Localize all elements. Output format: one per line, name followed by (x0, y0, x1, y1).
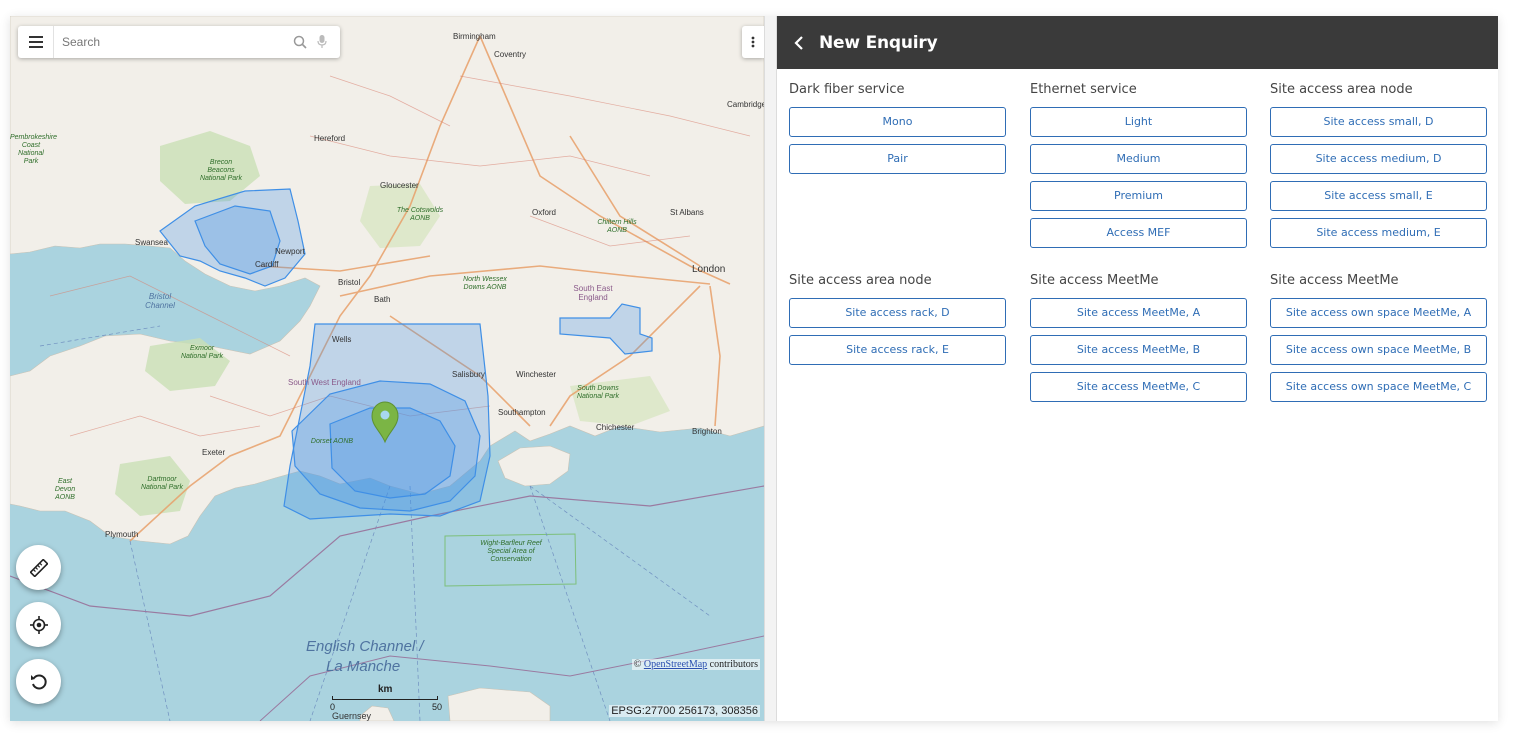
site-access-small-e-button[interactable]: Site access small, E (1270, 181, 1487, 211)
label-swansea: Swansea (135, 238, 168, 247)
map-view[interactable]: Birmingham Coventry Hereford Gloucester … (10, 16, 764, 721)
label-cardiff: Cardiff (255, 260, 279, 269)
enquiry-panel: New Enquiry Dark fiber service Mono Pair… (777, 16, 1498, 721)
mono-button[interactable]: Mono (789, 107, 1006, 137)
group-site-access-area-node-rack: Site access area node Site access rack, … (789, 273, 1006, 372)
coordinate-readout: EPSG:27700 256173, 308356 (609, 705, 760, 717)
label-exeter: Exeter (202, 448, 226, 457)
site-access-own-space-meetme-b-button[interactable]: Site access own space MeetMe, B (1270, 335, 1487, 365)
measure-button[interactable] (16, 545, 61, 590)
scale-min: 0 (330, 702, 336, 712)
label-cambridge: Cambridge (727, 100, 764, 109)
label-exmoor: Exmoor National Park (180, 345, 224, 360)
label-wight-barfleur: Wight-Barfleur Reef Special Area of Cons… (480, 540, 542, 563)
isle-of-wight (497, 445, 571, 487)
search-input[interactable] (54, 27, 290, 57)
label-cotswolds: The Cotswolds AONB (396, 207, 444, 222)
group-heading: Site access area node (789, 273, 932, 288)
group-site-access-meetme: Site access MeetMe Site access MeetMe, A… (1030, 273, 1247, 409)
attribution-copyright: © (633, 659, 642, 670)
label-chiltern: Chiltern Hills AONB (597, 219, 637, 234)
label-coventry: Coventry (494, 50, 527, 59)
scale-line (332, 696, 438, 700)
medium-button[interactable]: Medium (1030, 144, 1247, 174)
label-salisbury: Salisbury (452, 370, 485, 379)
site-access-own-space-meetme-a-button[interactable]: Site access own space MeetMe, A (1270, 298, 1487, 328)
pane-divider[interactable] (764, 16, 777, 721)
locate-icon (29, 615, 48, 634)
map-attribution: © OpenStreetMap contributors (631, 659, 760, 670)
label-south-downs: South Downs National Park (576, 385, 620, 400)
microphone-icon[interactable] (312, 32, 332, 52)
site-access-meetme-c-button[interactable]: Site access MeetMe, C (1030, 372, 1247, 402)
label-dartmoor: Dartmoor National Park (140, 476, 184, 491)
panel-header: New Enquiry (777, 16, 1498, 69)
group-site-access-own-space-meetme: Site access MeetMe Site access own space… (1270, 273, 1487, 409)
site-access-rack-d-button[interactable]: Site access rack, D (789, 298, 1006, 328)
page-title: New Enquiry (819, 32, 938, 53)
site-access-medium-e-button[interactable]: Site access medium, E (1270, 218, 1487, 248)
label-oxford: Oxford (532, 208, 557, 217)
site-access-meetme-b-button[interactable]: Site access MeetMe, B (1030, 335, 1247, 365)
label-london: London (692, 264, 726, 275)
label-north-wessex: North Wessex Downs AONB (463, 276, 507, 291)
label-south-east-england: South East England (573, 284, 613, 302)
scale-unit: km (378, 684, 393, 695)
group-ethernet: Ethernet service Light Medium Premium Ac… (1030, 82, 1247, 255)
reset-button[interactable] (16, 659, 61, 704)
label-dorset: Dorset AONB (310, 438, 354, 445)
label-newport: Newport (275, 247, 305, 256)
label-bristol: Bristol (338, 278, 361, 287)
label-pembrokeshire: Pembrokeshire Coast National Park (10, 134, 58, 165)
label-bath: Bath (374, 295, 391, 304)
label-st-albans: St Albans (670, 208, 704, 217)
label-hereford: Hereford (314, 134, 346, 143)
label-plymouth: Plymouth (105, 530, 139, 539)
label-wells: Wells (332, 335, 352, 344)
attribution-suffix: contributors (709, 659, 758, 670)
light-button[interactable]: Light (1030, 107, 1247, 137)
back-button[interactable] (789, 33, 809, 53)
group-site-access-area-node-small-medium: Site access area node Site access small,… (1270, 82, 1487, 255)
map-search-bar (18, 26, 340, 58)
menu-icon[interactable] (18, 26, 54, 58)
site-access-rack-e-button[interactable]: Site access rack, E (789, 335, 1006, 365)
label-east-devon: East Devon AONB (54, 478, 76, 501)
chevron-left-icon (794, 35, 803, 50)
label-southampton: Southampton (498, 408, 546, 417)
group-heading: Site access MeetMe (1270, 273, 1399, 288)
site-access-small-d-button[interactable]: Site access small, D (1270, 107, 1487, 137)
refresh-icon (30, 673, 47, 689)
jersey-island (447, 687, 551, 721)
label-brighton: Brighton (692, 427, 722, 436)
group-heading: Site access MeetMe (1030, 273, 1159, 288)
group-dark-fiber: Dark fiber service Mono Pair (789, 82, 1006, 181)
group-heading: Dark fiber service (789, 82, 905, 97)
label-birmingham: Birmingham (453, 32, 496, 41)
site-access-meetme-a-button[interactable]: Site access MeetMe, A (1030, 298, 1247, 328)
search-icon[interactable] (290, 32, 310, 52)
label-bristol-channel: Bristol Channel (145, 292, 175, 310)
label-la-manche: La Manche (326, 658, 401, 675)
label-brecon-park: Brecon Beacons National Park (199, 159, 243, 182)
map-canvas[interactable] (10, 16, 764, 721)
map-more-options-icon[interactable] (742, 26, 764, 58)
group-heading: Site access area node (1270, 82, 1413, 97)
osm-link[interactable]: OpenStreetMap (644, 659, 707, 670)
label-english-channel: English Channel / (306, 638, 424, 655)
measure-icon (29, 558, 48, 577)
scale-bar: km 0 50 (330, 684, 443, 714)
access-mef-button[interactable]: Access MEF (1030, 218, 1247, 248)
label-chichester: Chichester (596, 423, 635, 432)
label-south-west-england: South West England (288, 378, 361, 387)
scale-max: 50 (432, 702, 443, 712)
site-access-medium-d-button[interactable]: Site access medium, D (1270, 144, 1487, 174)
locate-button[interactable] (16, 602, 61, 647)
label-gloucester: Gloucester (380, 181, 419, 190)
site-access-own-space-meetme-c-button[interactable]: Site access own space MeetMe, C (1270, 372, 1487, 402)
label-winchester: Winchester (516, 370, 557, 379)
pair-button[interactable]: Pair (789, 144, 1006, 174)
premium-button[interactable]: Premium (1030, 181, 1247, 211)
group-heading: Ethernet service (1030, 82, 1137, 97)
